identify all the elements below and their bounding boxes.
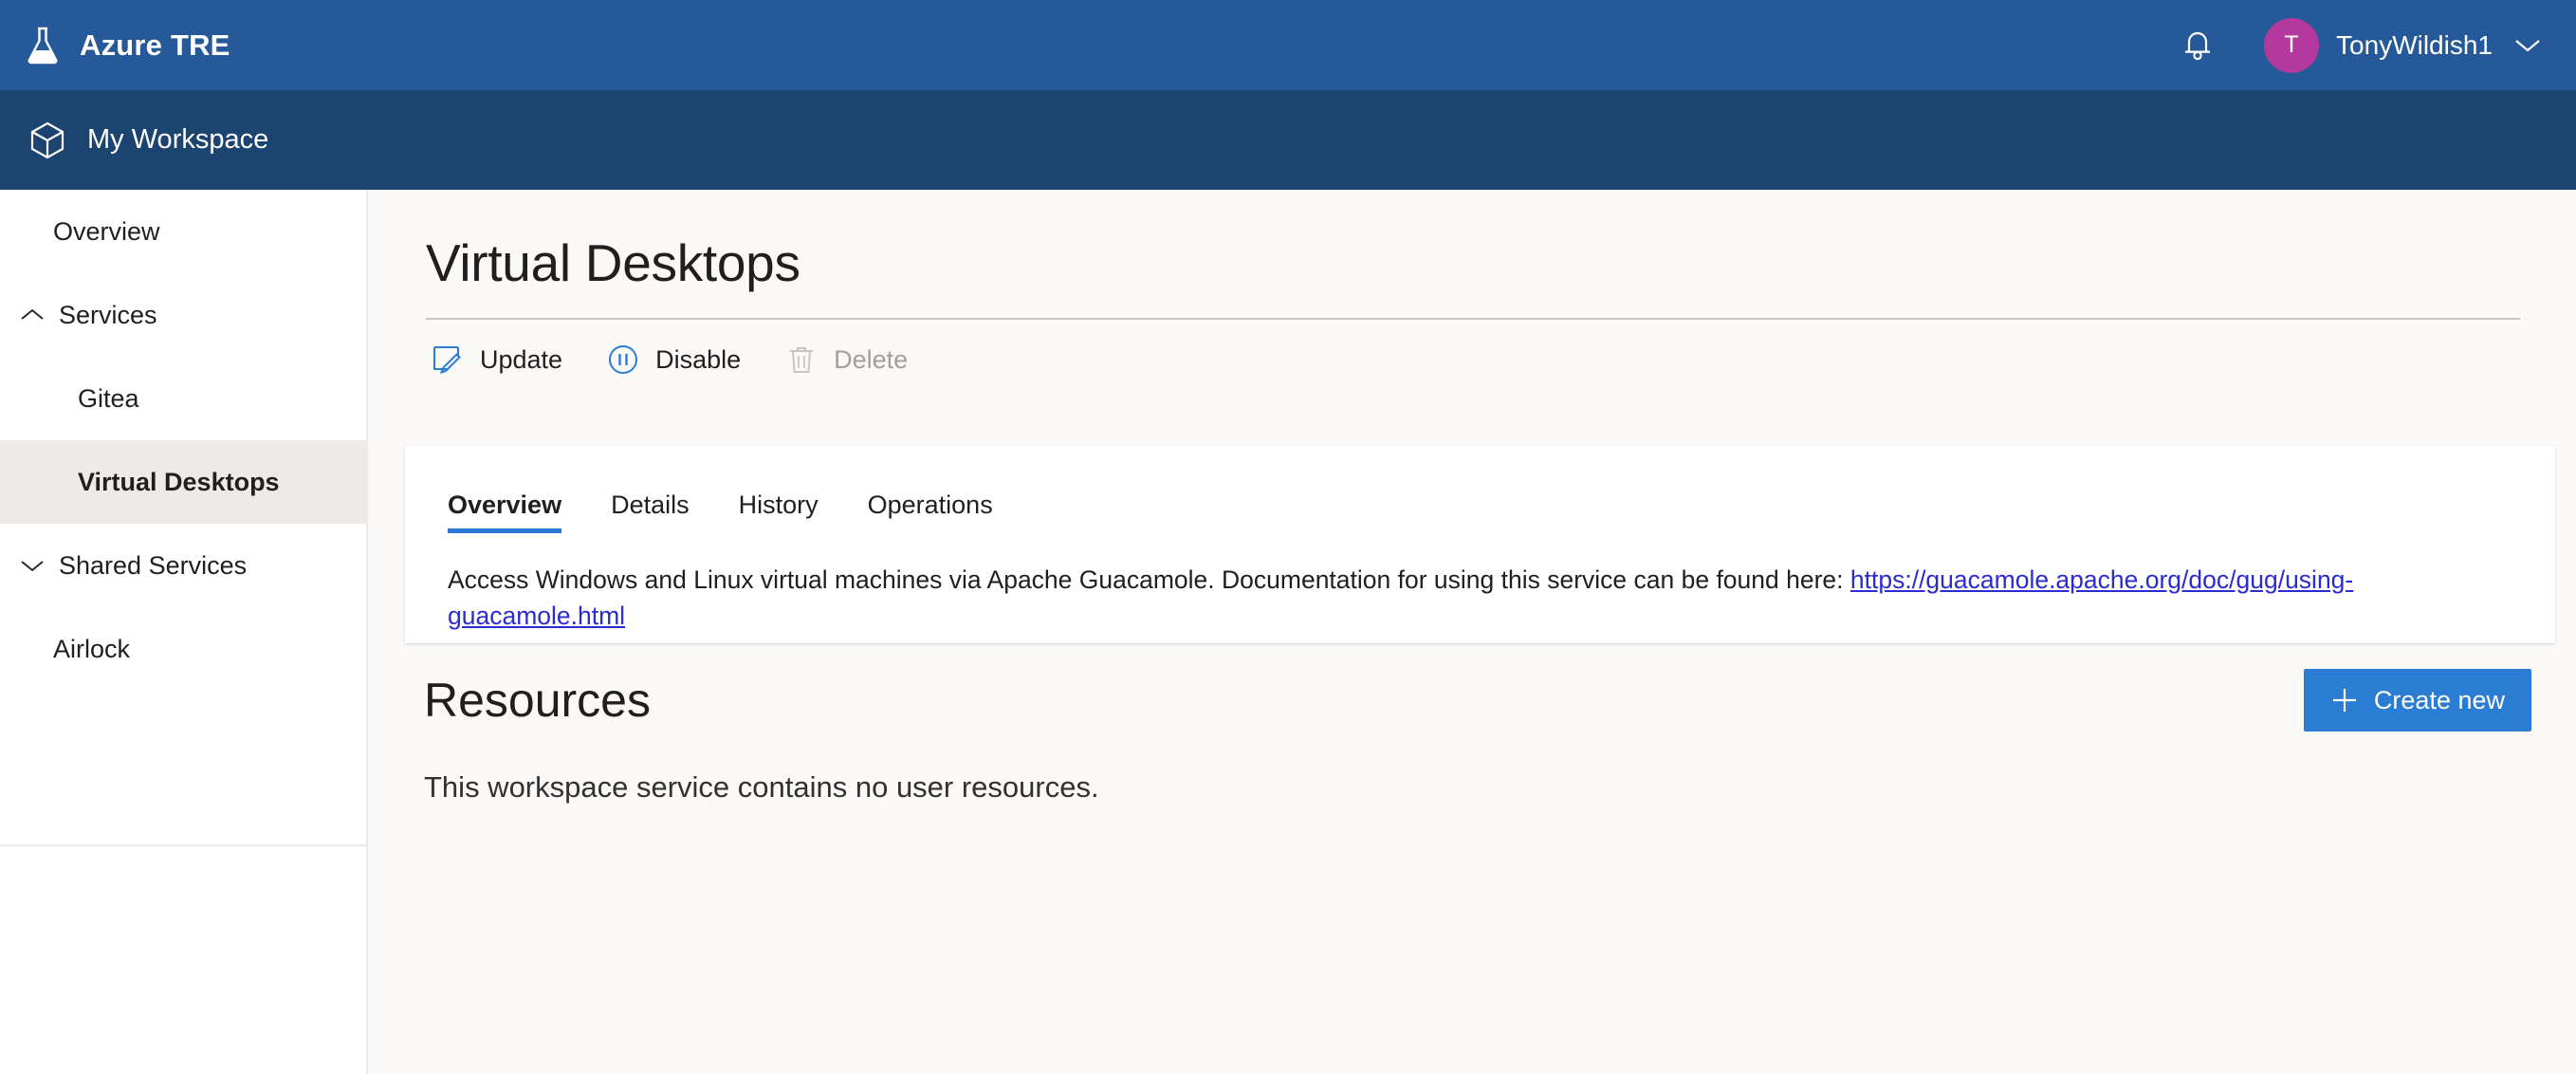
create-new-label: Create new: [2373, 685, 2505, 714]
sidebar: Overview Services Gitea Virtual Desktops…: [0, 190, 368, 1074]
command-bar: Update Disable Delete: [429, 341, 2576, 379]
workspace-bar: My Workspace: [0, 90, 2576, 190]
sidebar-item-label: Airlock: [53, 634, 131, 663]
overview-text: Access Windows and Linux virtual machine…: [448, 565, 1850, 594]
delete-button: Delete: [782, 341, 908, 379]
pause-circle-icon: [604, 341, 642, 379]
plus-icon: [2330, 686, 2359, 714]
sidebar-item-label: Overview: [53, 216, 160, 246]
chevron-up-icon[interactable]: [6, 307, 59, 323]
sidebar-item-label: Services: [59, 300, 157, 329]
update-button[interactable]: Update: [429, 341, 562, 379]
sidebar-item-label: Gitea: [78, 383, 139, 413]
tab-operations[interactable]: Operations: [868, 491, 993, 533]
chevron-down-icon[interactable]: [2513, 37, 2542, 54]
sidebar-divider: [0, 844, 366, 846]
create-new-button[interactable]: Create new: [2303, 669, 2531, 731]
main-content: Virtual Desktops Update Disable Delete O…: [370, 190, 2576, 1074]
trash-icon: [782, 341, 820, 379]
tab-label: Overview: [448, 491, 562, 519]
top-bar-right: T TonyWildish1: [2171, 17, 2542, 73]
workspace-title: My Workspace: [87, 124, 269, 155]
sidebar-nav: Overview Services Gitea Virtual Desktops…: [0, 190, 366, 846]
overview-description: Access Windows and Linux virtual machine…: [448, 562, 2512, 635]
sidebar-item-services[interactable]: Services: [0, 273, 366, 357]
chevron-down-icon[interactable]: [6, 558, 59, 573]
sidebar-item-gitea[interactable]: Gitea: [0, 357, 366, 440]
title-divider: [426, 318, 2520, 320]
tab-history[interactable]: History: [739, 491, 819, 533]
user-menu[interactable]: T TonyWildish1: [2264, 17, 2542, 73]
tab-label: Details: [611, 491, 690, 519]
page-title: Virtual Desktops: [426, 233, 800, 292]
notification-bell-icon[interactable]: [2171, 19, 2224, 72]
resources-empty-message: This workspace service contains no user …: [424, 770, 1099, 804]
tab-bar: Overview Details History Operations: [448, 472, 2555, 533]
flask-icon: [23, 26, 63, 65]
overview-card: Overview Details History Operations Acce…: [405, 446, 2555, 643]
sidebar-item-airlock[interactable]: Airlock: [0, 607, 366, 691]
sidebar-item-label: Shared Services: [59, 550, 248, 580]
tab-label: Operations: [867, 491, 993, 519]
sidebar-item-shared-services[interactable]: Shared Services: [0, 524, 366, 607]
avatar: T: [2264, 17, 2320, 73]
cube-icon: [27, 120, 68, 161]
update-label: Update: [480, 344, 563, 374]
edit-pencil-icon: [429, 341, 467, 379]
brand-title: Azure TRE: [80, 28, 230, 62]
sidebar-item-label: Virtual Desktops: [78, 467, 280, 496]
resources-header: Resources Create new: [370, 669, 2576, 731]
user-name: TonyWildish1: [2336, 29, 2493, 60]
disable-label: Disable: [655, 344, 742, 374]
delete-label: Delete: [834, 344, 909, 374]
tab-details[interactable]: Details: [611, 491, 690, 533]
tab-overview[interactable]: Overview: [448, 491, 562, 533]
brand[interactable]: Azure TRE: [23, 26, 230, 65]
sidebar-item-overview[interactable]: Overview: [0, 190, 366, 273]
sidebar-item-virtual-desktops[interactable]: Virtual Desktops: [0, 440, 366, 524]
disable-button[interactable]: Disable: [604, 341, 741, 379]
tab-label: History: [738, 491, 819, 519]
top-app-bar: Azure TRE T TonyWildish1: [0, 0, 2576, 90]
resources-title: Resources: [424, 674, 651, 727]
